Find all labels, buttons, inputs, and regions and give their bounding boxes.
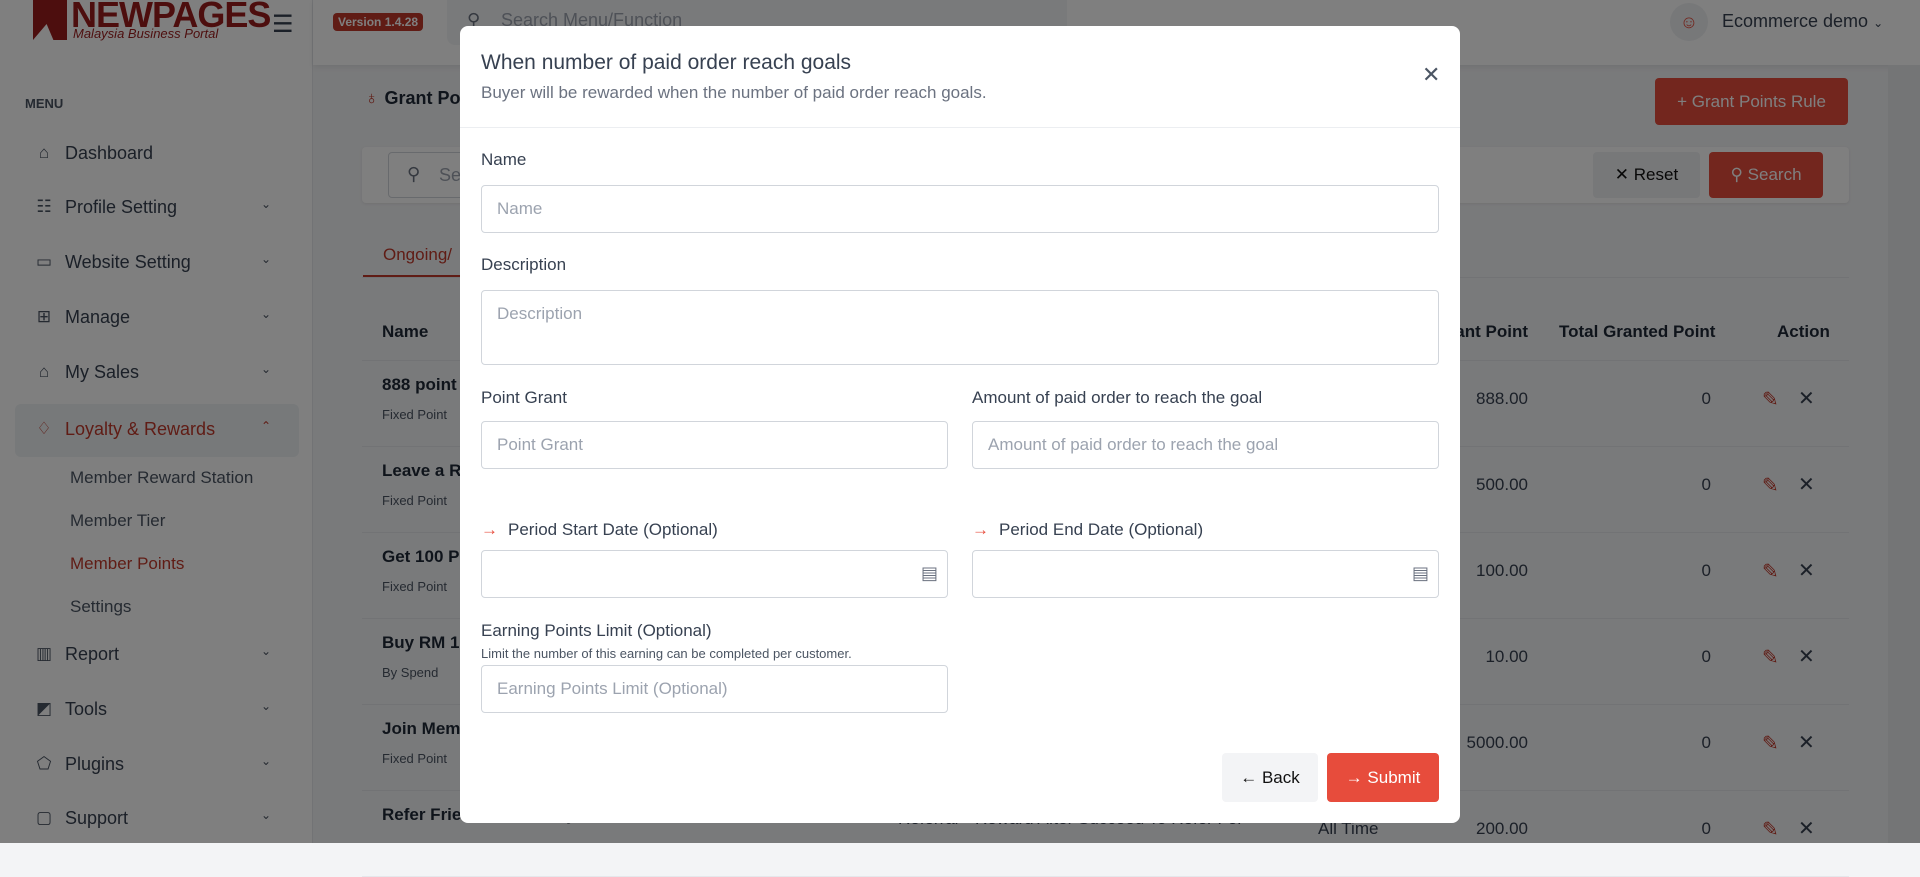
label-text: Period End Date (Optional) <box>999 520 1204 539</box>
description-textarea[interactable]: Description <box>481 290 1439 365</box>
earning-limit-label: Earning Points Limit (Optional) <box>481 621 712 640</box>
modal-title: When number of paid order reach goals <box>481 51 852 74</box>
back-button[interactable]: ← Back <box>1222 753 1318 802</box>
amount-placeholder: Amount of paid order to reach the goal <box>988 435 1279 454</box>
description-placeholder: Description <box>497 304 583 323</box>
description-label: Description <box>481 255 567 274</box>
arrow-right-icon: → <box>972 520 989 539</box>
period-end-label: → Period End Date (Optional) <box>972 520 1203 540</box>
name-label: Name <box>481 150 527 169</box>
point-grant-input[interactable]: Point Grant <box>481 421 948 469</box>
period-start-date-input[interactable]: ▤ <box>481 550 948 598</box>
arrow-right-icon: → <box>481 520 498 539</box>
grant-rule-modal: When number of paid order reach goals Bu… <box>460 26 1460 823</box>
earning-limit-input[interactable]: Earning Points Limit (Optional) <box>481 665 948 713</box>
name-input[interactable]: Name <box>481 185 1439 233</box>
button-label: Submit <box>1367 768 1421 787</box>
arrow-left-icon: ← <box>1240 768 1262 787</box>
name-placeholder: Name <box>497 199 543 218</box>
point-grant-label: Point Grant <box>481 388 567 407</box>
calendar-icon[interactable]: ▤ <box>921 563 938 584</box>
arrow-right-icon: → <box>1345 768 1368 787</box>
amount-label: Amount of paid order to reach the goal <box>972 388 1263 407</box>
modal-subtitle: Buyer will be rewarded when the number o… <box>481 83 987 102</box>
label-text: Period Start Date (Optional) <box>508 520 718 539</box>
point-grant-placeholder: Point Grant <box>497 435 583 454</box>
period-end-date-input[interactable]: ▤ <box>972 550 1439 598</box>
modal-header-divider <box>460 127 1460 128</box>
earning-limit-placeholder: Earning Points Limit (Optional) <box>497 679 728 698</box>
amount-input[interactable]: Amount of paid order to reach the goal <box>972 421 1439 469</box>
period-start-label: → Period Start Date (Optional) <box>481 520 718 540</box>
earning-limit-help: Limit the number of this earning can be … <box>481 646 852 661</box>
submit-button[interactable]: → Submit <box>1327 753 1439 802</box>
calendar-icon[interactable]: ▤ <box>1412 563 1429 584</box>
close-icon[interactable]: ✕ <box>1422 62 1440 88</box>
button-label: Back <box>1261 768 1300 787</box>
